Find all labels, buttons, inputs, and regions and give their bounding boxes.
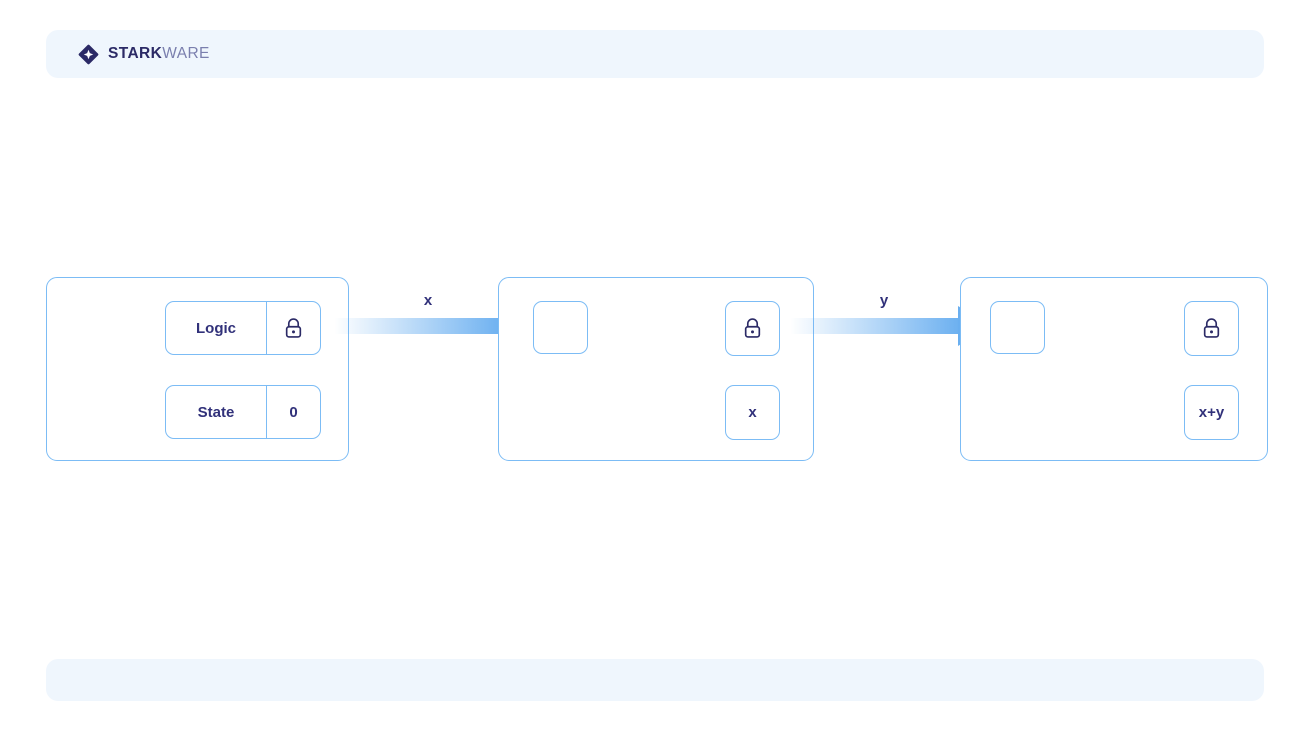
bottom-banner — [46, 659, 1264, 701]
input-slot-box — [533, 301, 588, 354]
contract-card-initial: Logic State 0 — [46, 277, 349, 461]
lock-box — [1184, 301, 1239, 356]
state-row-value: 0 — [266, 386, 320, 438]
top-banner — [46, 30, 1264, 78]
brand-name-light: WARE — [162, 45, 210, 63]
transition-arrow-1-label: x — [423, 292, 433, 309]
logic-row: Logic — [165, 301, 321, 355]
logic-row-value — [266, 302, 320, 354]
contract-card-after-y: x+y — [960, 277, 1268, 461]
state-value-box: x — [725, 385, 780, 440]
contract-card-after-x: x — [498, 277, 814, 461]
lock-icon — [744, 318, 761, 338]
starkware-logo: STARKWARE — [78, 42, 210, 66]
lock-icon — [1203, 318, 1220, 338]
input-slot-box — [990, 301, 1045, 354]
brand-name-bold: STARK — [108, 45, 163, 63]
logic-row-label: Logic — [196, 319, 236, 337]
lock-icon — [285, 317, 302, 338]
state-row-label: State — [197, 403, 235, 421]
starkware-diamond-logo-icon — [78, 44, 99, 64]
state-value-box: x+y — [1184, 385, 1239, 440]
state-row: State 0 — [165, 385, 321, 439]
transition-arrow-2-label: y — [879, 292, 889, 309]
brand-name: STARKWARE — [108, 46, 210, 62]
lock-box — [725, 301, 780, 356]
